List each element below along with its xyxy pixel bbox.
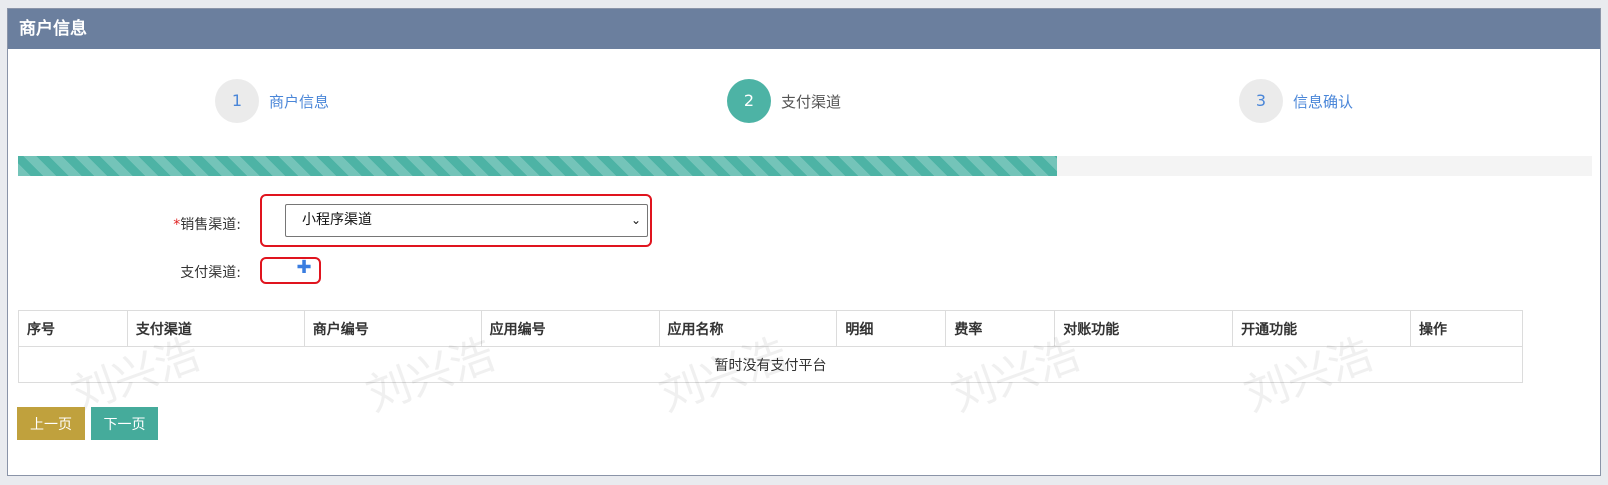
empty-message: 暂时没有支付平台 [18, 346, 1523, 383]
sales-channel-selected-value: 小程序渠道 [302, 212, 372, 228]
sales-channel-label: *销售渠道: [121, 214, 241, 234]
step-3-label: 信息确认 [1293, 92, 1354, 111]
table-empty-row: 暂时没有支付平台 [18, 346, 1523, 383]
col-index: 序号 [18, 310, 128, 347]
col-app-name: 应用名称 [658, 310, 838, 347]
col-action: 操作 [1410, 310, 1523, 347]
plus-icon[interactable]: ✚ [291, 258, 317, 278]
pay-channel-table: 序号 支付渠道 商户编号 应用编号 应用名称 明细 费率 对账功能 开通功能 操… [18, 310, 1523, 383]
step-2-number: 2 [727, 79, 771, 123]
prev-page-button[interactable]: 上一页 [17, 407, 85, 440]
sales-channel-select[interactable]: 小程序渠道 ⌄ [285, 204, 648, 237]
sales-channel-label-text: 销售渠道: [180, 217, 241, 233]
progress-bar [18, 156, 1592, 176]
next-page-button[interactable]: 下一页 [91, 407, 158, 440]
col-merchant-no: 商户编号 [303, 310, 482, 347]
col-pay-channel: 支付渠道 [126, 310, 305, 347]
progress-fill [18, 156, 1057, 176]
step-1[interactable]: 1 商户信息 [215, 79, 329, 123]
col-detail: 明细 [836, 310, 947, 347]
col-enable: 开通功能 [1232, 310, 1412, 347]
step-3-number: 3 [1239, 79, 1283, 123]
col-reconcile: 对账功能 [1054, 310, 1234, 347]
step-1-number: 1 [215, 79, 259, 123]
col-app-no: 应用编号 [480, 310, 660, 347]
table-header-row: 序号 支付渠道 商户编号 应用编号 应用名称 明细 费率 对账功能 开通功能 操… [18, 310, 1523, 347]
panel-title: 商户信息 [8, 9, 1600, 49]
chevron-down-icon: ⌄ [630, 213, 641, 227]
step-3[interactable]: 3 信息确认 [1239, 79, 1353, 123]
merchant-info-panel: 商户信息 1 商户信息 2 支付渠道 3 信息确认 *销售渠道: 小程序渠道 ⌄… [7, 8, 1601, 476]
step-2[interactable]: 2 支付渠道 [727, 79, 841, 123]
step-2-label: 支付渠道 [781, 92, 842, 111]
pay-channel-label: 支付渠道: [180, 265, 241, 281]
col-rate: 费率 [945, 310, 1056, 347]
step-1-label: 商户信息 [269, 92, 330, 111]
